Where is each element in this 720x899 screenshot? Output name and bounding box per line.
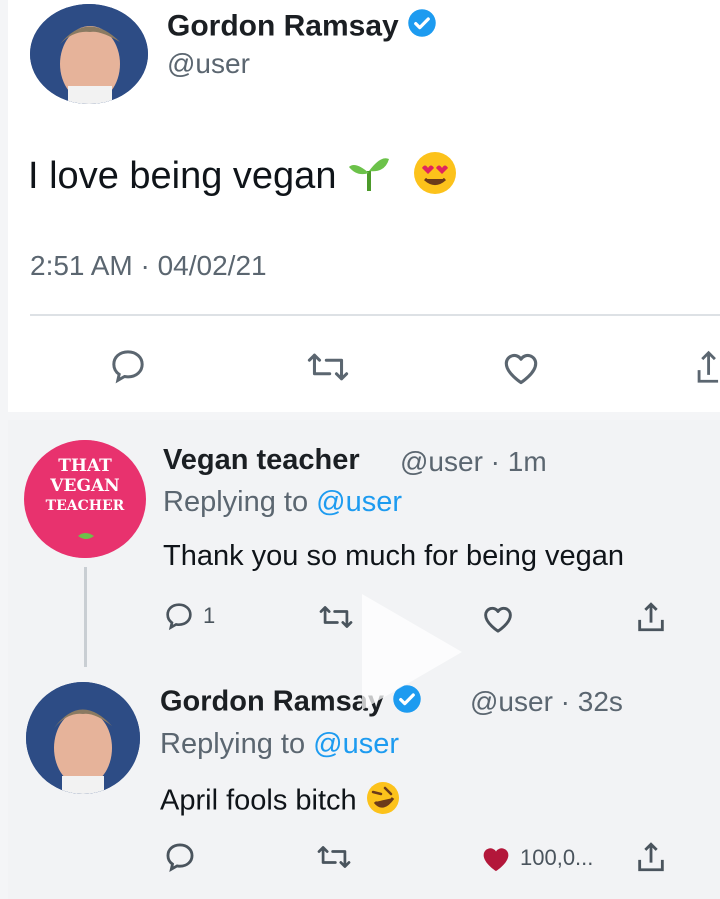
reply1-like-action[interactable] bbox=[480, 602, 516, 634]
gordon-avatar[interactable] bbox=[30, 4, 148, 104]
retweet-action[interactable] bbox=[306, 348, 350, 386]
retweet-icon bbox=[317, 846, 351, 868]
reply-icon bbox=[166, 843, 194, 873]
thread-line bbox=[84, 567, 87, 667]
reply2-share-action[interactable] bbox=[636, 840, 666, 874]
replying-handle-link[interactable]: @user bbox=[316, 486, 402, 518]
retweet-icon bbox=[319, 606, 353, 628]
author-name[interactable]: Gordon Ramsay bbox=[167, 8, 437, 47]
reply1-share-action[interactable] bbox=[636, 600, 666, 634]
heart-filled-icon bbox=[483, 848, 509, 872]
reply-icon bbox=[166, 603, 192, 631]
reply1-handle-time[interactable]: @user · 1m bbox=[400, 446, 547, 478]
share-action[interactable] bbox=[694, 348, 720, 386]
share-icon bbox=[638, 602, 664, 632]
reply2-like-count: 100,0... bbox=[520, 845, 594, 870]
heart-icon bbox=[504, 354, 538, 385]
reply1-replying-to: Replying to @user bbox=[163, 486, 402, 519]
tweet-timestamp[interactable]: 2:51 AM · 04/02/21 bbox=[30, 250, 267, 282]
author-name-text[interactable]: Gordon Ramsay bbox=[167, 9, 399, 42]
reply2-text-content: April fools bitch bbox=[160, 784, 357, 817]
reply2-replying-to: Replying to @user bbox=[160, 728, 399, 761]
gordon-reply-avatar[interactable] bbox=[26, 682, 140, 794]
retweet-icon bbox=[307, 353, 349, 381]
reply-icon bbox=[112, 350, 144, 384]
video-play-icon[interactable] bbox=[362, 594, 462, 710]
reply1-reply-action[interactable]: 1 bbox=[163, 600, 215, 632]
rolling-laughing-emoji-icon bbox=[365, 780, 401, 824]
divider bbox=[30, 314, 720, 316]
like-action[interactable] bbox=[500, 348, 542, 386]
reply-action[interactable] bbox=[108, 346, 148, 386]
replying-handle-link[interactable]: @user bbox=[313, 728, 399, 760]
reply2-reply-action[interactable] bbox=[163, 840, 197, 874]
avatar-text-line1: THAT bbox=[58, 456, 112, 476]
tweet-text: I love being vegan bbox=[28, 150, 458, 206]
author-handle[interactable]: @user bbox=[167, 48, 250, 80]
reply1-retweet-action[interactable] bbox=[318, 602, 354, 632]
reply2-like-action[interactable]: 100,0... bbox=[478, 842, 593, 874]
reply1-text: Thank you so much for being vegan bbox=[163, 540, 625, 572]
heart-icon bbox=[484, 606, 512, 633]
share-icon bbox=[697, 350, 719, 383]
reply1-reply-count: 1 bbox=[203, 603, 216, 628]
replying-prefix: Replying to bbox=[163, 486, 309, 518]
avatar-text-line2: VEGAN bbox=[50, 476, 120, 496]
seedling-emoji-icon bbox=[347, 153, 391, 203]
reply2-handle-time[interactable]: @user · 32s bbox=[470, 686, 623, 718]
reply2-text: April fools bitch bbox=[160, 780, 401, 824]
vegan-teacher-avatar[interactable]: THAT VEGAN TEACHER bbox=[24, 440, 146, 558]
share-icon bbox=[638, 842, 664, 872]
reply2-retweet-action[interactable] bbox=[316, 842, 352, 872]
replying-prefix: Replying to bbox=[160, 728, 306, 760]
heart-eyes-emoji-icon bbox=[412, 150, 458, 206]
reply2-author-name-text[interactable]: Gordon Ramsay bbox=[160, 686, 384, 718]
top-highlight-bar bbox=[472, 10, 530, 16]
verified-badge-icon bbox=[407, 8, 437, 47]
tweet-text-content: I love being vegan bbox=[28, 155, 337, 198]
reply1-author-name[interactable]: Vegan teacher bbox=[163, 444, 360, 477]
avatar-text-line3: TEACHER bbox=[45, 498, 125, 514]
screenshot-page: Gordon Ramsay @user I love being vegan 2… bbox=[0, 0, 720, 899]
